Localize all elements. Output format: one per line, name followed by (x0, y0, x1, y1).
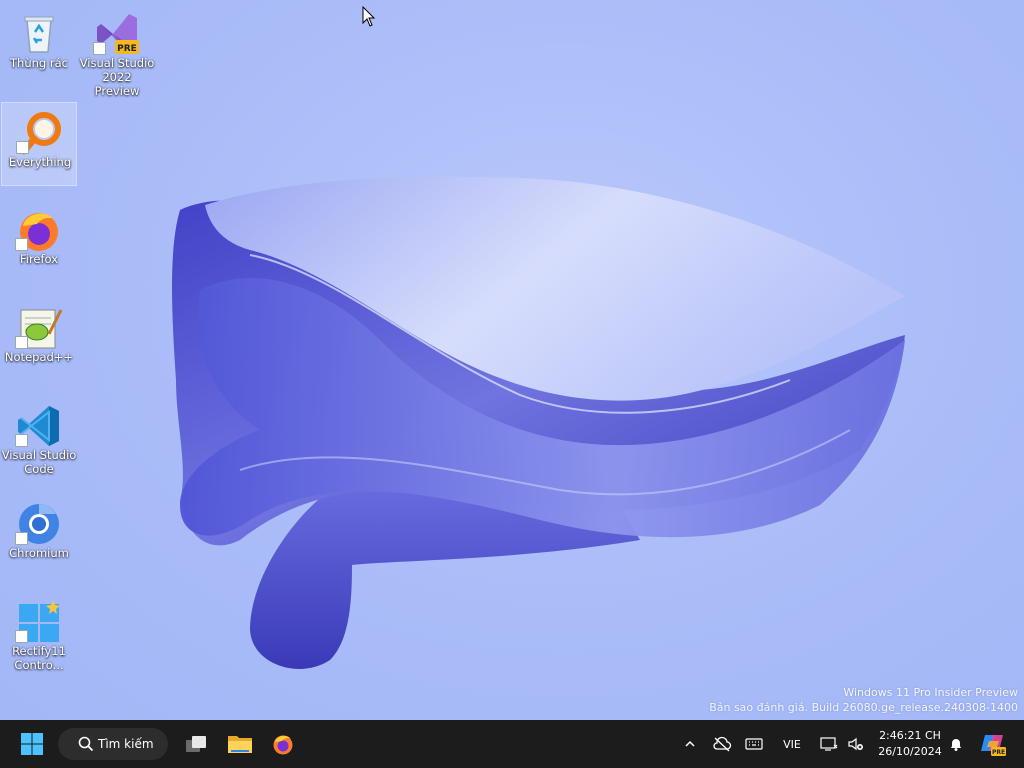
desktop-icon-label: Firefox (19, 252, 59, 266)
volume-tray-button[interactable] (845, 732, 867, 756)
desktop-icon-chromium[interactable]: Chromium (1, 494, 77, 578)
desktop-icon-notepad-plus-plus[interactable]: Notepad++ (1, 298, 77, 382)
input-language-button[interactable]: VIE (776, 732, 808, 756)
desktop[interactable]: Thùng rác PRE Visual Studio 2022 Preview… (0, 0, 1024, 720)
shortcut-arrow-icon (93, 42, 106, 55)
desktop-icon-label: Visual Studio 2022 Preview (79, 56, 155, 98)
clock-time: 2:46:21 CH (879, 729, 941, 742)
pre-badge: PRE (117, 44, 137, 54)
show-hidden-icons-button[interactable] (680, 732, 700, 756)
desktop-icon-firefox[interactable]: Firefox (1, 200, 77, 284)
shortcut-arrow-icon (15, 630, 28, 643)
notifications-button[interactable] (946, 732, 966, 756)
windows-watermark: Windows 11 Pro Insider Preview Bản sao đ… (709, 685, 1018, 715)
bloom-wallpaper (172, 176, 905, 669)
search-icon (78, 736, 94, 752)
desktop-icon-label: Chromium (9, 546, 69, 560)
shortcut-arrow-icon (15, 336, 28, 349)
desktop-icon-everything[interactable]: Everything (1, 102, 77, 186)
desktop-icon-label: Notepad++ (4, 350, 74, 364)
keyboard-icon (745, 738, 763, 750)
desktop-icon-visual-studio-2022-preview[interactable]: PRE Visual Studio 2022 Preview (79, 4, 155, 98)
folder-icon (228, 736, 252, 753)
shortcut-arrow-icon (15, 434, 28, 447)
touch-keyboard-button[interactable] (742, 732, 766, 756)
shortcut-arrow-icon (16, 141, 29, 154)
mouse-cursor-icon (362, 6, 376, 27)
copilot-icon: PRE (981, 735, 1006, 756)
file-explorer-button[interactable] (220, 724, 260, 764)
firefox-icon (273, 735, 293, 755)
chevron-up-icon (685, 740, 695, 747)
network-tray-button[interactable] (818, 732, 840, 756)
windows-logo-icon (21, 733, 43, 755)
desktop-icon-label: Visual Studio Code (1, 448, 77, 476)
copilot-pre-badge: PRE (992, 749, 1005, 756)
recycle-bin-icon (24, 16, 54, 53)
clock-date: 26/10/2024 (878, 745, 942, 758)
shortcut-arrow-icon (15, 238, 28, 251)
desktop-icon-label: Everything (8, 155, 72, 169)
copilot-button[interactable]: PRE (978, 730, 1008, 758)
shortcut-arrow-icon (15, 532, 28, 545)
start-button[interactable] (12, 724, 52, 764)
desktop-icon-visual-studio-code[interactable]: Visual Studio Code (1, 396, 77, 480)
search-label: Tìm kiếm (98, 737, 154, 751)
taskbar: Tìm kiếm VIE 2:46:21 CH 26/10/2024 PRE (0, 720, 1024, 768)
task-view-button[interactable] (176, 724, 216, 764)
taskbar-search-box[interactable]: Tìm kiếm (58, 728, 168, 760)
cloud-offline-icon (713, 736, 732, 752)
watermark-line-build: Bản sao đánh giá. Build 26080.ge_release… (709, 701, 1018, 714)
taskbar-clock[interactable]: 2:46:21 CH 26/10/2024 (872, 728, 948, 760)
network-icon (820, 737, 838, 751)
desktop-icon-label: Thùng rác (10, 56, 68, 70)
bell-icon (951, 739, 961, 751)
speaker-muted-icon (848, 737, 863, 751)
desktop-icon-label: Rectify11 Contro... (12, 644, 66, 672)
watermark-line-edition: Windows 11 Pro Insider Preview (843, 686, 1018, 699)
onedrive-tray-button[interactable] (710, 732, 734, 756)
desktop-icon-rectify11-control[interactable]: Rectify11 Contro... (1, 592, 77, 676)
desktop-icon-recycle-bin[interactable]: Thùng rác (1, 4, 77, 88)
firefox-taskbar-button[interactable] (263, 724, 303, 764)
task-view-icon (186, 736, 206, 752)
